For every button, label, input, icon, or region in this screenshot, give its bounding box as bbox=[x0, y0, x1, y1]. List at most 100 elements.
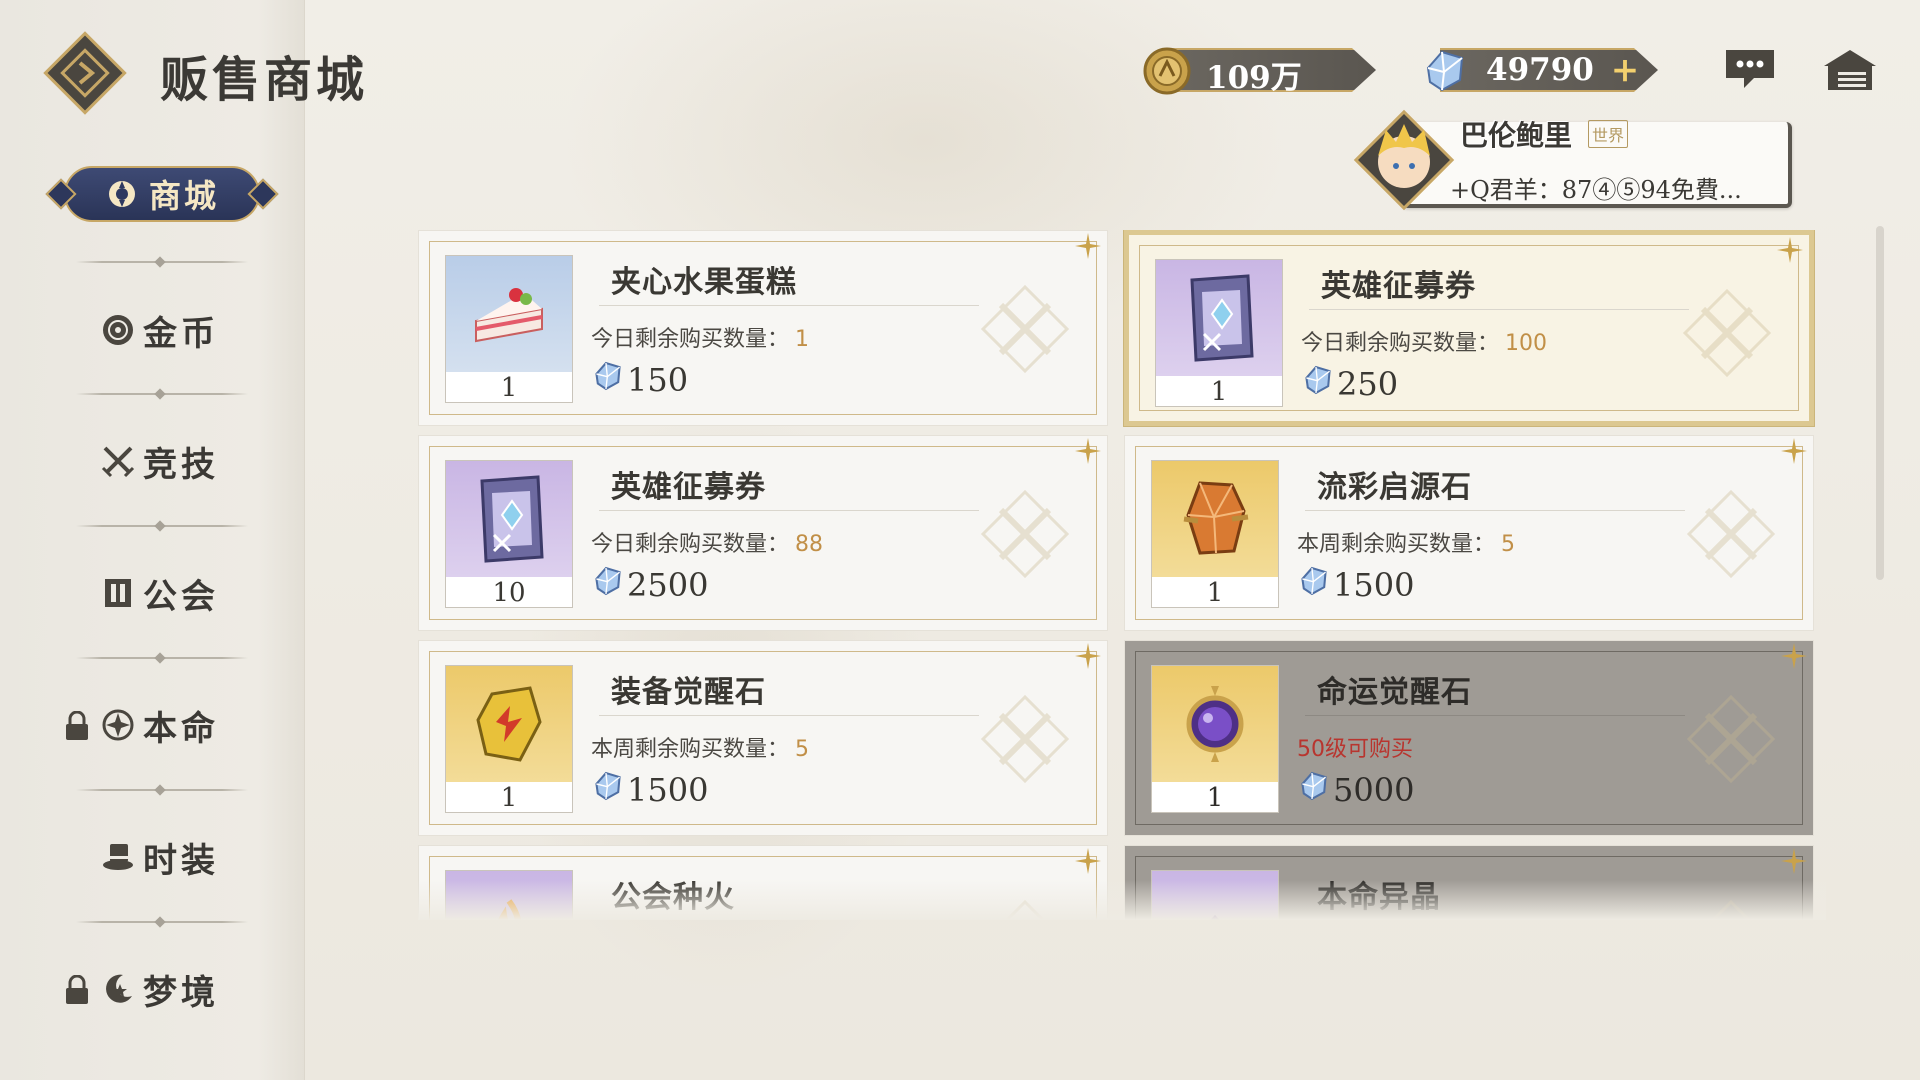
purchase-limit: 今日剩余购买数量： 88 bbox=[591, 526, 823, 558]
sidebar-item-guild[interactable]: 公会 bbox=[60, 568, 260, 618]
item-thumbnail: 10 bbox=[445, 460, 573, 608]
flower-coin-icon bbox=[105, 177, 139, 211]
item-purple-orb-icon bbox=[1152, 666, 1278, 782]
avatar[interactable] bbox=[1352, 108, 1456, 212]
item-price: 1500 bbox=[591, 769, 708, 811]
item-thumbnail: 1 bbox=[445, 665, 573, 813]
sidebar-divider bbox=[76, 258, 248, 266]
item-title: 装备觉醒石 bbox=[611, 675, 766, 710]
tab-shop[interactable]: 商城 bbox=[45, 165, 279, 223]
sparkle-icon bbox=[1781, 848, 1807, 878]
item-title: 英雄征募券 bbox=[611, 470, 766, 505]
moon-star-icon bbox=[101, 972, 135, 1006]
sidebar-item-fate[interactable]: 本命 bbox=[60, 700, 260, 750]
item-thumbnail: 1 bbox=[445, 255, 573, 403]
purchase-limit-label: 本周剩余购买数量： bbox=[591, 737, 790, 762]
lock-icon bbox=[64, 710, 90, 750]
chat-message: +Q君羊：87④⑤94免費... bbox=[1450, 176, 1742, 204]
item-quantity: 1 bbox=[1156, 376, 1282, 407]
crossed-swords-icon bbox=[101, 444, 135, 478]
purchase-limit-value: 5 bbox=[1501, 532, 1516, 557]
chat-bubble-icon[interactable] bbox=[1720, 44, 1780, 94]
guild-shield-icon bbox=[101, 576, 135, 610]
item-ticket-icon bbox=[446, 461, 572, 577]
gem-currency[interactable]: 49790 + bbox=[1420, 46, 1660, 94]
price-value: 5000 bbox=[1333, 771, 1415, 809]
lock-icon bbox=[64, 974, 90, 1014]
price-value: 150 bbox=[627, 361, 689, 399]
price-value: 250 bbox=[1337, 365, 1399, 403]
sidebar-divider bbox=[76, 390, 248, 398]
sidebar-item-dreamland[interactable]: 梦境 bbox=[60, 964, 260, 1014]
chat-sender-name: 巴伦鲍里 bbox=[1460, 119, 1573, 152]
purchase-limit-label: 今日剩余购买数量： bbox=[591, 532, 790, 557]
shop-item-card[interactable]: 1 装备觉醒石 本周剩余购买数量： 5 1500 bbox=[418, 640, 1108, 836]
card-divider bbox=[1305, 715, 1685, 716]
purchase-limit-label: 今日剩余购买数量： bbox=[591, 327, 790, 352]
card-divider bbox=[599, 305, 979, 306]
world-chat-preview[interactable]: 巴伦鲍里 世界 +Q君羊：87④⑤94免費... bbox=[1352, 108, 1796, 212]
purchase-limit: 今日剩余购买数量： 1 bbox=[591, 321, 809, 353]
compass-diamond-icon[interactable] bbox=[40, 28, 130, 118]
sparkle-icon bbox=[1777, 237, 1803, 267]
purchase-limit-value: 88 bbox=[795, 532, 824, 557]
sidebar-item-label: 梦境 bbox=[143, 972, 219, 1013]
item-title: 流彩启源石 bbox=[1317, 470, 1472, 505]
sidebar-item-label: 公会 bbox=[143, 576, 219, 617]
sidebar-item-label: 竞技 bbox=[143, 444, 219, 485]
sidebar-divider bbox=[76, 918, 248, 926]
chat-channel-tag: 世界 bbox=[1588, 120, 1629, 148]
purchase-limit: 50级可购买 bbox=[1297, 731, 1413, 763]
item-quantity: 10 bbox=[446, 577, 572, 608]
item-title: 英雄征募券 bbox=[1321, 269, 1476, 304]
gold-currency[interactable]: 109万 bbox=[1142, 46, 1378, 96]
add-gems-button[interactable]: + bbox=[1610, 53, 1640, 87]
shop-item-card[interactable]: 1 命运觉醒石 50级可购买 5000 bbox=[1124, 640, 1814, 836]
sparkle-icon bbox=[1781, 643, 1807, 673]
purchase-limit-value: 1 bbox=[795, 327, 810, 352]
item-price: 150 bbox=[591, 359, 688, 401]
sidebar-item-arena[interactable]: 竞技 bbox=[60, 436, 260, 486]
purchase-limit-label: 本周剩余购买数量： bbox=[1297, 532, 1496, 557]
gold-amount: 109万 bbox=[1206, 60, 1302, 96]
shop-item-card[interactable]: 1 流彩启源石 本周剩余购买数量： 5 1500 bbox=[1124, 435, 1814, 631]
sidebar-item-fashion[interactable]: 时装 bbox=[60, 832, 260, 882]
crystal-gem-icon bbox=[1420, 46, 1470, 96]
item-price: 1500 bbox=[1297, 564, 1414, 606]
card-ornament bbox=[973, 482, 1077, 586]
price-value: 2500 bbox=[627, 566, 709, 604]
shop-item-card[interactable]: 1 夹心水果蛋糕 今日剩余购买数量： 1 150 bbox=[418, 230, 1108, 426]
sparkle-icon bbox=[1075, 643, 1101, 673]
shop-item-card[interactable]: 10 英雄征募券 今日剩余购买数量： 88 2500 bbox=[418, 435, 1108, 631]
crystal-gem-icon bbox=[1301, 363, 1335, 405]
card-divider bbox=[599, 510, 979, 511]
purchase-limit-value: 5 bbox=[795, 737, 810, 762]
purchase-limit-value: 100 bbox=[1505, 331, 1548, 356]
item-quantity: 1 bbox=[446, 372, 572, 403]
tab-shop-pill: 商城 bbox=[64, 166, 260, 222]
shop-item-card[interactable]: 1 英雄征募券 今日剩余购买数量： 100 250 bbox=[1124, 230, 1814, 426]
card-ornament bbox=[1679, 687, 1783, 791]
fate-emblem-icon bbox=[101, 708, 135, 742]
crystal-gem-icon bbox=[1297, 564, 1331, 606]
mailbox-icon[interactable] bbox=[1820, 44, 1880, 94]
card-ornament bbox=[1679, 482, 1783, 586]
crystal-gem-icon bbox=[1297, 769, 1331, 811]
shop-item-grid[interactable]: 1 夹心水果蛋糕 今日剩余购买数量： 1 150 1 英雄征募券 今日剩余购买数量… bbox=[418, 230, 1826, 920]
card-ornament bbox=[973, 277, 1077, 381]
sparkle-icon bbox=[1075, 848, 1101, 878]
item-thumbnail: 1 bbox=[1151, 665, 1279, 813]
sidebar-item-gold[interactable]: 金币 bbox=[60, 305, 260, 355]
scrollbar[interactable] bbox=[1876, 226, 1884, 580]
page-title: 贩售商城 bbox=[160, 52, 369, 108]
sparkle-icon bbox=[1075, 233, 1101, 263]
item-quantity: 1 bbox=[1152, 782, 1278, 813]
item-price: 250 bbox=[1301, 363, 1398, 405]
crystal-gem-icon bbox=[591, 359, 625, 401]
item-cake-icon bbox=[446, 256, 572, 372]
tab-shop-label: 商城 bbox=[148, 177, 219, 215]
item-thumbnail: 1 bbox=[1151, 460, 1279, 608]
sidebar-item-label: 金币 bbox=[143, 313, 219, 354]
sidebar-divider bbox=[76, 522, 248, 530]
price-value: 1500 bbox=[1333, 566, 1415, 604]
